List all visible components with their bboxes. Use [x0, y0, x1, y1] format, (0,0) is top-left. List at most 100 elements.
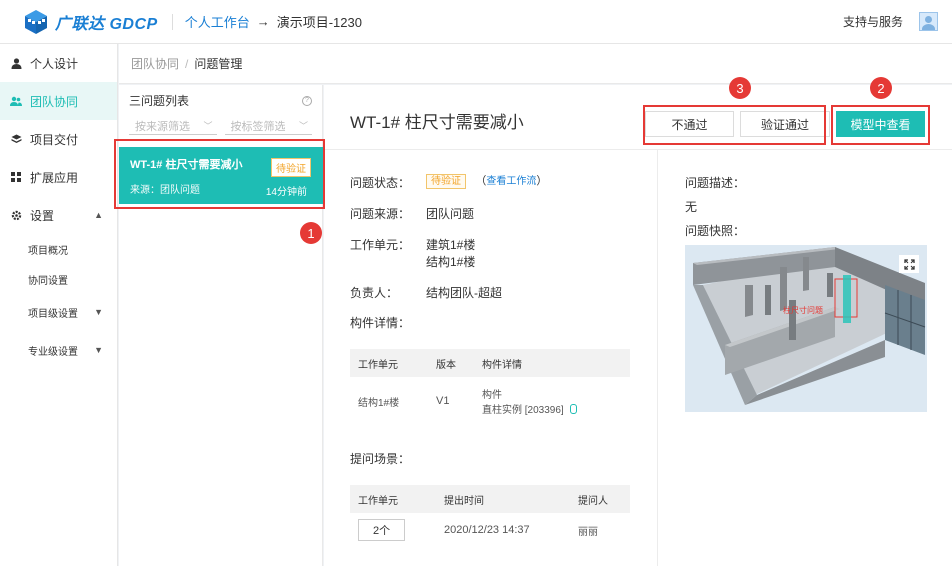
highlight-box-verify-buttons: [643, 105, 826, 145]
breadcrumb-current: 问题管理: [194, 57, 243, 71]
component-label: 构件详情：: [350, 316, 411, 330]
sidebar-subitem-label: 项目概况: [28, 245, 68, 257]
breadcrumb-sep: /: [185, 56, 189, 71]
issue-detail-title: WT-1# 柱尺寸需要减小: [350, 113, 524, 132]
sidebar-item-extensions[interactable]: 扩展应用: [0, 158, 117, 196]
expand-icon[interactable]: [899, 255, 919, 273]
gear-icon: [10, 209, 22, 221]
column-header: 工作单元: [350, 349, 428, 377]
table-row: 2个 2020/12/23 14:37 丽丽: [350, 513, 630, 547]
personal-workbench-link[interactable]: 个人工作台: [185, 12, 250, 31]
owner-label: 负责人：: [350, 286, 399, 300]
work-unit-count-button[interactable]: 2个: [358, 519, 406, 541]
help-icon[interactable]: ?: [302, 95, 312, 106]
scene-label: 提问场景：: [350, 452, 411, 466]
logo[interactable]: 广联达 GDCP: [22, 8, 158, 36]
snapshot-tag: 柱尺寸问题: [783, 306, 823, 315]
team-icon: [10, 95, 22, 107]
description-value: 无: [685, 200, 698, 214]
marker-3: 3: [729, 77, 751, 99]
view-workflow-link[interactable]: 查看工作流: [486, 176, 536, 187]
sidebar-subitem-label: 专业级设置: [28, 346, 78, 358]
chevron-down-icon: ﹀: [298, 121, 308, 131]
sidebar-subitem-project-settings[interactable]: 项目级设置 ▼: [0, 294, 117, 330]
logo-text: 广联达 GDCP: [55, 15, 158, 33]
sidebar-item-team-collab[interactable]: 团队协同: [0, 82, 117, 120]
locate-icon[interactable]: [569, 404, 577, 414]
source-value: 团队问题: [426, 207, 475, 221]
breadcrumb-parent[interactable]: 团队协同: [131, 55, 179, 72]
scene-table: 工作单元 提出时间 提问人 2个 2020/12/23 14:37 丽丽: [350, 485, 630, 547]
support-link[interactable]: 支持与服务: [843, 13, 903, 30]
table-cell: 2020/12/23 14:37: [444, 524, 530, 536]
sidebar-subitem-label: 项目级设置: [28, 308, 78, 320]
sidebar-item-label: 扩展应用: [30, 170, 79, 185]
sidebar-subitem-overview[interactable]: 项目概况: [0, 234, 117, 264]
building-model-image: [693, 247, 926, 405]
crumb-arrow: →: [256, 14, 270, 29]
sidebar-item-label: 项目交付: [30, 132, 79, 147]
sidebar: 个人设计 团队协同 项目交付 扩展应用 设置 ▲ 项目概况 协同设置 项目级设置…: [0, 44, 118, 566]
grid-icon: [10, 171, 22, 183]
table-cell: V1: [436, 395, 450, 407]
sidebar-item-label: 个人设计: [30, 56, 79, 71]
source-label: 问题来源：: [350, 207, 411, 221]
issue-detail-panel: WT-1# 柱尺寸需要减小 不通过 验证通过 模型中查看 问题状态： 待验证 （…: [324, 85, 952, 566]
source-filter-label: 按来源筛选: [135, 121, 190, 133]
column-header: 构件详情: [474, 349, 630, 377]
table-cell: 2个: [350, 513, 436, 547]
work-unit-label: 工作单元：: [350, 238, 411, 252]
issue-list-title: 三问题列表: [129, 94, 190, 108]
tag-filter-label: 按标签筛选: [230, 121, 286, 133]
column-header: 工作单元: [350, 485, 436, 513]
marker-2: 2: [870, 77, 892, 99]
source-filter-select[interactable]: 按来源筛选 ﹀: [129, 118, 217, 135]
issue-snapshot-image[interactable]: 柱尺寸问题: [685, 245, 927, 412]
sidebar-subitem-label: 协同设置: [28, 275, 68, 287]
sidebar-item-label: 团队协同: [30, 94, 79, 109]
sidebar-item-delivery[interactable]: 项目交付: [0, 120, 117, 158]
highlight-box-issue-item: [114, 139, 325, 209]
chevron-down-icon: ▼: [94, 307, 103, 317]
column-header: 提出时间: [436, 485, 570, 513]
column-header: 提问人: [570, 485, 630, 513]
divider: [324, 149, 952, 150]
project-name[interactable]: 演示项目-1230: [277, 12, 362, 31]
top-header: 广联达 GDCP 个人工作台 → 演示项目-1230 支持与服务: [0, 0, 952, 44]
header-divider: [171, 13, 173, 30]
status-badge: 待验证: [426, 174, 466, 189]
avatar[interactable]: [919, 12, 938, 31]
logo-cube-icon: [22, 8, 50, 36]
component-instance[interactable]: 直柱实例 [203396]: [482, 405, 564, 416]
user-icon: [10, 57, 22, 69]
table-cell: 构件 直柱实例 [203396]: [474, 377, 630, 425]
marker-1: 1: [300, 222, 322, 244]
chevron-up-icon: ▲: [94, 210, 103, 220]
sidebar-subitem-collab-settings[interactable]: 协同设置: [0, 264, 117, 294]
column-header: 版本: [428, 349, 474, 377]
table-row: 结构1#楼 V1 构件 直柱实例 [203396]: [350, 377, 630, 425]
table-cell: 丽丽: [578, 526, 598, 538]
workflow-paren-close: ）: [536, 175, 548, 187]
chevron-down-icon: ▼: [94, 345, 103, 355]
owner-value: 结构团队-超超: [426, 286, 502, 300]
table-cell: 结构1#楼: [358, 397, 400, 409]
sidebar-item-label: 设置: [30, 208, 55, 223]
sidebar-subitem-discipline-settings[interactable]: 专业级设置 ▼: [0, 330, 117, 370]
description-label: 问题描述：: [685, 176, 746, 190]
divider: [657, 150, 658, 566]
component-table: 工作单元 版本 构件详情 结构1#楼 V1 构件 直柱实例 [203396]: [350, 349, 630, 425]
tag-filter-select[interactable]: 按标签筛选 ﹀: [224, 118, 312, 135]
component-type: 构件: [482, 390, 502, 401]
sidebar-item-personal-design[interactable]: 个人设计: [0, 44, 117, 82]
sidebar-item-settings[interactable]: 设置 ▲: [0, 196, 117, 234]
breadcrumb: 团队协同 / 问题管理: [119, 44, 952, 84]
workflow-paren-open: （: [475, 175, 487, 187]
snapshot-label: 问题快照：: [685, 224, 746, 238]
work-unit-value-2: 结构1#楼: [426, 255, 476, 269]
layers-icon: [10, 133, 22, 145]
work-unit-value-1: 建筑1#楼: [426, 238, 476, 252]
chevron-down-icon: ﹀: [203, 121, 213, 131]
component-instance-group: 直柱实例 [203396]: [482, 401, 630, 416]
status-label: 问题状态：: [350, 176, 411, 190]
